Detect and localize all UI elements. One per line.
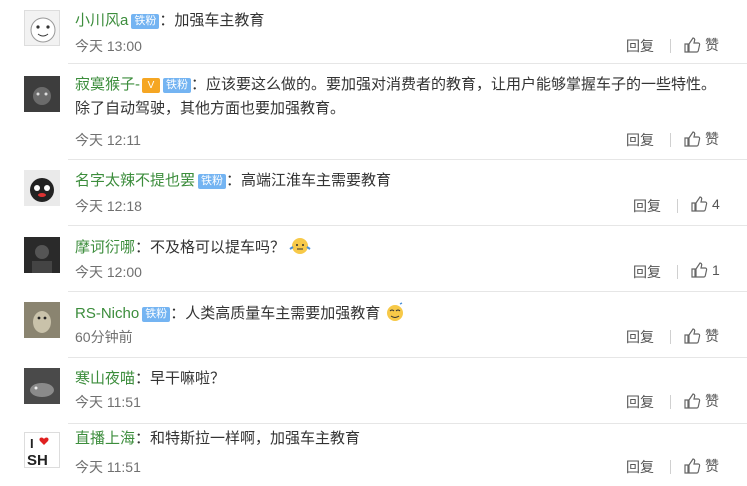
timestamp: 今天 11:51 — [75, 459, 141, 475]
divider — [670, 395, 671, 409]
reply-button[interactable]: 回复 — [633, 262, 661, 282]
avatar-image — [24, 170, 60, 206]
like-label: 赞 — [705, 458, 719, 474]
comment-item: 小川风a 铁粉 ：加强车主教育 今天 13:00 回复 赞 — [0, 0, 747, 64]
comment-item: 名字太辣不提也罢 铁粉 ：高端江淮车主需要教育 今天 12:18 回复 4 — [0, 160, 747, 226]
avatar-image — [24, 237, 60, 273]
comment-content: 直播上海：和特斯拉一样啊，加强车主教育 — [75, 427, 723, 451]
avatar[interactable] — [24, 368, 60, 404]
thumbs-up-icon — [684, 458, 701, 474]
avatar-image — [24, 76, 60, 112]
shrug-emoji-icon — [289, 238, 311, 254]
like-label: 赞 — [705, 393, 719, 409]
comment-text: ：高端江淮车主需要教育 — [226, 172, 392, 189]
avatar[interactable] — [24, 237, 60, 273]
fan-badge: 铁粉 — [163, 78, 191, 93]
comment-item: 摩诃衍哪：不及格可以提车吗？ 今天 12:00 回复 1 — [0, 226, 747, 292]
like-button[interactable]: 赞 — [683, 391, 719, 411]
comment-text: ：不及格可以提车吗？ — [135, 239, 286, 256]
divider — [677, 199, 678, 213]
reply-button[interactable]: 回复 — [626, 327, 654, 347]
comment-content: 小川风a 铁粉 ：加强车主教育 — [75, 9, 723, 33]
divider — [670, 39, 671, 53]
vip-icon: V — [142, 78, 160, 93]
awkward-smile-emoji-icon — [387, 302, 404, 321]
username[interactable]: 名字太辣不提也罢 — [75, 172, 195, 189]
reply-button[interactable]: 回复 — [626, 392, 654, 412]
avatar-image: I SH — [27, 436, 49, 468]
reply-button[interactable]: 回复 — [626, 36, 654, 56]
like-button[interactable]: 赞 — [683, 129, 719, 149]
comment-item: 寒山夜喵：早干嘛啦？ 今天 11:51 回复 赞 — [0, 358, 747, 424]
like-button[interactable]: 赞 — [683, 326, 719, 346]
username[interactable]: 小川风a — [75, 12, 128, 29]
avatar-image — [30, 17, 56, 43]
comment-item: RS-Nicho 铁粉 ：人类高质量车主需要加强教育 60分钟前 回复 赞 — [0, 292, 747, 358]
avatar[interactable] — [24, 10, 60, 46]
divider — [670, 460, 671, 474]
avatar[interactable]: I SH — [24, 432, 60, 468]
like-button[interactable]: 4 — [690, 195, 720, 213]
comment-text: ：早干嘛啦？ — [135, 370, 226, 387]
username[interactable]: 寒山夜喵 — [75, 370, 135, 387]
fan-badge: 铁粉 — [142, 307, 171, 322]
like-button[interactable]: 赞 — [683, 35, 719, 55]
comment-item: I SH 直播上海：和特斯拉一样啊，加强车主教育 今天 11:51 回复 赞 — [0, 424, 747, 486]
username[interactable]: RS-Nicho — [75, 305, 139, 322]
like-button[interactable]: 赞 — [683, 456, 719, 476]
comment-content: 摩诃衍哪：不及格可以提车吗？ — [75, 235, 723, 260]
divider — [670, 330, 671, 344]
comment-text: ：人类高质量车主需要加强教育 — [170, 305, 381, 322]
avatar[interactable] — [24, 76, 60, 112]
avatar[interactable] — [24, 170, 60, 206]
username[interactable]: 摩诃衍哪 — [75, 239, 135, 256]
avatar-image — [24, 368, 60, 404]
reply-button[interactable]: 回复 — [626, 457, 654, 477]
like-label: 赞 — [705, 131, 719, 147]
like-button[interactable]: 1 — [690, 261, 720, 279]
divider — [677, 265, 678, 279]
comment-content: RS-Nicho 铁粉 ：人类高质量车主需要加强教育 — [75, 301, 723, 326]
thumbs-up-icon — [684, 37, 701, 53]
divider — [670, 133, 671, 147]
timestamp: 60分钟前 — [75, 329, 133, 345]
timestamp: 今天 12:11 — [75, 132, 141, 148]
comment-content: 寒山夜喵：早干嘛啦？ — [75, 367, 723, 391]
thumbs-up-icon — [691, 262, 708, 278]
timestamp: 今天 13:00 — [75, 38, 142, 54]
username[interactable]: 直播上海 — [75, 430, 135, 447]
username[interactable]: 寂寞猴子- — [75, 76, 140, 93]
reply-button[interactable]: 回复 — [633, 196, 661, 216]
comment-content: 寂寞猴子- V 铁粉 ：应该要这么做的。要加强对消费者的教育，让用户能够掌握车子的一些… — [75, 73, 723, 121]
timestamp: 今天 11:51 — [75, 394, 141, 410]
reply-button[interactable]: 回复 — [626, 130, 654, 150]
avatar[interactable] — [24, 302, 60, 338]
thumbs-up-icon — [684, 393, 701, 409]
comment-text: ：加强车主教育 — [159, 12, 265, 29]
comment-item: 寂寞猴子- V 铁粉 ：应该要这么做的。要加强对消费者的教育，让用户能够掌握车子的一些… — [0, 64, 747, 160]
like-label: 赞 — [705, 37, 719, 53]
avatar-image — [24, 302, 60, 338]
timestamp: 今天 12:00 — [75, 264, 142, 280]
fan-badge: 铁粉 — [198, 174, 227, 189]
thumbs-up-icon — [691, 196, 708, 212]
like-count: 4 — [712, 196, 720, 212]
comment-text: ：和特斯拉一样啊，加强车主教育 — [135, 430, 361, 447]
timestamp: 今天 12:18 — [75, 198, 142, 214]
thumbs-up-icon — [684, 328, 701, 344]
comment-content: 名字太辣不提也罢 铁粉 ：高端江淮车主需要教育 — [75, 169, 723, 193]
avatar-text-i: I — [30, 436, 34, 451]
like-label: 赞 — [705, 328, 719, 344]
avatar-text-sh: SH — [27, 452, 48, 468]
thumbs-up-icon — [684, 131, 701, 147]
like-count: 1 — [712, 262, 720, 278]
fan-badge: 铁粉 — [131, 14, 160, 29]
